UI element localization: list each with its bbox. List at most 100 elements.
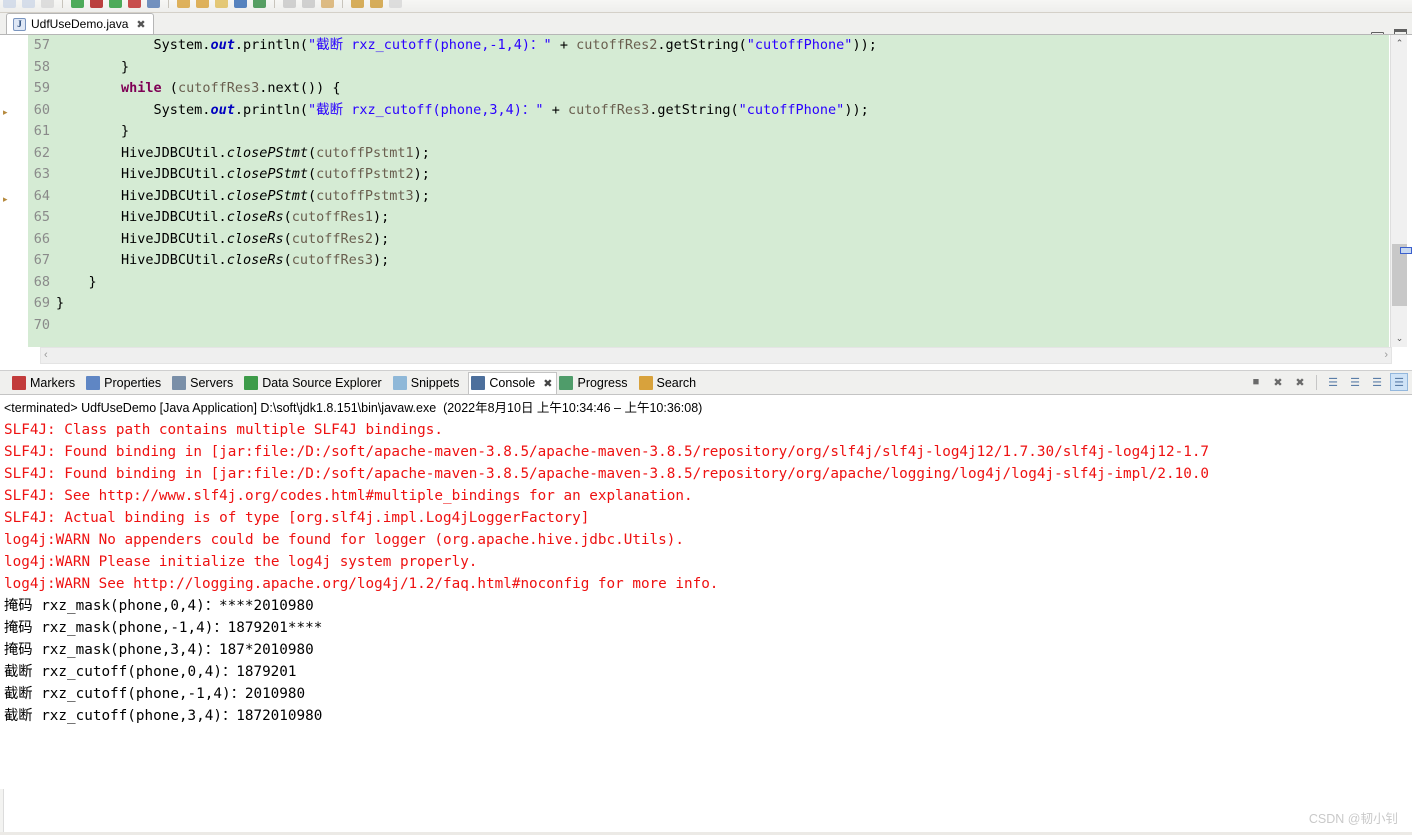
debug-icon[interactable] — [90, 0, 103, 8]
code-line[interactable]: HiveJDBCUtil.closeRs(cutoffRes3); — [56, 250, 1389, 272]
word-wrap-icon[interactable]: ☰ — [1368, 373, 1386, 391]
save-icon[interactable] — [3, 0, 16, 8]
clear-console-icon[interactable]: ☰ — [1324, 373, 1342, 391]
code-line[interactable] — [56, 315, 1389, 337]
code-line[interactable]: HiveJDBCUtil.closeRs(cutoffRes1); — [56, 207, 1389, 229]
pin-editor-icon[interactable] — [389, 0, 402, 8]
line-number: 65 — [33, 209, 50, 225]
console-output-line[interactable]: 掩码 rxz_mask(phone,-1,4)：1879201**** — [4, 617, 1412, 639]
code-line[interactable]: HiveJDBCUtil.closePStmt(cutoffPstmt3); — [56, 186, 1389, 208]
code-token: closeRs — [226, 209, 284, 225]
remove-all-terminated-icon[interactable]: ✖ — [1291, 373, 1309, 391]
code-line[interactable]: } — [56, 57, 1389, 79]
console-view[interactable]: <terminated> UdfUseDemo [Java Applicatio… — [0, 394, 1412, 835]
view-tab-console[interactable]: Console ✖ — [468, 371, 558, 394]
code-token: cutoffPstmt3 — [316, 187, 414, 204]
editor-tab-udfusedemo[interactable]: J UdfUseDemo.java ✖ — [6, 13, 154, 34]
source-code[interactable]: System.out.println("截断 rxz_cutoff(phone,… — [52, 35, 1389, 336]
console-error-line[interactable]: log4j:WARN Please initialize the log4j s… — [4, 551, 1412, 573]
console-toolbar[interactable]: ■ ✖ ✖ ☰ ☰ ☰ ☰ — [1247, 371, 1408, 393]
previous-annotation-icon[interactable] — [302, 0, 315, 8]
console-output-line[interactable]: 截断 rxz_cutoff(phone,3,4)：1872010980 — [4, 705, 1412, 727]
console-output[interactable]: SLF4J: Class path contains multiple SLF4… — [0, 418, 1412, 727]
back-icon[interactable] — [351, 0, 364, 8]
line-number: 63 — [33, 166, 50, 182]
console-error-line[interactable]: log4j:WARN See http://logging.apache.org… — [4, 573, 1412, 595]
code-line[interactable]: System.out.println("截断 rxz_cutoff(phone,… — [56, 100, 1389, 122]
run-last-icon[interactable] — [109, 0, 122, 8]
new-package-icon[interactable] — [196, 0, 209, 8]
scroll-lock-icon[interactable]: ☰ — [1346, 373, 1364, 391]
main-toolbar[interactable] — [0, 0, 1412, 13]
folding-marker-icon[interactable]: ▸ — [3, 108, 8, 118]
view-tab-properties[interactable]: Properties — [84, 372, 170, 394]
view-tab-data-source-explorer[interactable]: Data Source Explorer — [242, 372, 391, 394]
console-output-line[interactable]: 掩码 rxz_mask(phone,3,4)：187*2010980 — [4, 639, 1412, 661]
console-error-line[interactable]: SLF4J: Found binding in [jar:file:/D:/so… — [4, 441, 1412, 463]
coverage-icon[interactable] — [128, 0, 141, 8]
code-line[interactable]: HiveJDBCUtil.closePStmt(cutoffPstmt1); — [56, 143, 1389, 165]
line-number: 57 — [33, 37, 50, 53]
line-number: 59 — [33, 80, 50, 96]
code-token: ); — [413, 166, 430, 182]
close-icon[interactable]: ✖ — [136, 18, 145, 31]
print-icon[interactable] — [41, 0, 54, 8]
search-icon[interactable] — [234, 0, 247, 8]
view-tab-snippets[interactable]: Snippets — [391, 372, 469, 394]
console-error-line[interactable]: log4j:WARN No appenders could be found f… — [4, 529, 1412, 551]
view-tab-label: Console — [489, 376, 536, 390]
terminate-icon[interactable]: ■ — [1247, 373, 1265, 391]
console-output-line[interactable]: 掩码 rxz_mask(phone,0,4)：****2010980 — [4, 595, 1412, 617]
console-error-line[interactable]: SLF4J: Found binding in [jar:file:/D:/so… — [4, 463, 1412, 485]
next-annotation-icon[interactable] — [283, 0, 296, 8]
last-edit-location-icon[interactable] — [321, 0, 334, 8]
code-line[interactable]: HiveJDBCUtil.closeRs(cutoffRes2); — [56, 229, 1389, 251]
save-all-icon[interactable] — [22, 0, 35, 8]
console-output-line[interactable]: 截断 rxz_cutoff(phone,-1,4)：2010980 — [4, 683, 1412, 705]
code-token: cutoffRes2 — [576, 37, 658, 53]
folding-marker-icon[interactable]: ▸ — [3, 195, 8, 205]
code-token: .next()) { — [259, 80, 341, 96]
overview-ruler-marker[interactable] — [1400, 247, 1412, 254]
open-type-icon[interactable] — [253, 0, 266, 8]
code-line[interactable]: System.out.println("截断 rxz_cutoff(phone,… — [56, 35, 1389, 57]
remove-launch-icon[interactable]: ✖ — [1269, 373, 1287, 391]
external-tools-icon[interactable] — [147, 0, 160, 8]
code-line[interactable]: } — [56, 272, 1389, 294]
new-java-project-icon[interactable] — [177, 0, 190, 8]
run-icon[interactable] — [71, 0, 84, 8]
editor-tab-bar[interactable]: J UdfUseDemo.java ✖ — [0, 13, 1412, 44]
code-editor[interactable]: ▸ ▸ 57 58 59 60 61 62 63 64 65 66 67 68 69 70 System.… — [0, 34, 1412, 371]
view-tab-servers[interactable]: Servers — [170, 372, 242, 394]
view-tab-label: Markers — [30, 375, 76, 390]
scroll-down-icon[interactable]: ⌄ — [1391, 330, 1408, 347]
view-tab-progress[interactable]: Progress — [557, 372, 636, 394]
view-tab-search[interactable]: Search — [637, 372, 706, 394]
console-output-line[interactable]: 截断 rxz_cutoff(phone,0,4)：1879201 — [4, 661, 1412, 683]
display-selected-console-icon[interactable]: ☰ — [1390, 373, 1408, 391]
snippets-icon — [392, 375, 407, 390]
code-line[interactable]: } — [56, 293, 1389, 315]
console-error-line[interactable]: SLF4J: See http://www.slf4j.org/codes.ht… — [4, 485, 1412, 507]
forward-icon[interactable] — [370, 0, 383, 8]
editor-vertical-scrollbar[interactable]: ⌃ ⌄ — [1390, 35, 1407, 347]
view-tab-markers[interactable]: Markers — [10, 372, 84, 394]
new-class-icon[interactable] — [215, 0, 228, 8]
editor-horizontal-scrollbar[interactable]: ‹ › — [40, 347, 1392, 364]
code-line[interactable]: } — [56, 121, 1389, 143]
code-token: ( — [283, 209, 292, 225]
view-tab-bar[interactable]: Markers Properties Servers Data Source Expl… — [0, 370, 1412, 394]
close-icon[interactable]: ✖ — [543, 377, 552, 390]
scroll-left-icon[interactable]: ‹ — [44, 348, 48, 363]
console-error-line[interactable]: SLF4J: Actual binding is of type [org.sl… — [4, 507, 1412, 529]
code-text-area[interactable]: System.out.println("截断 rxz_cutoff(phone,… — [52, 35, 1389, 347]
editor-marker-ruler[interactable]: ▸ ▸ — [0, 35, 16, 347]
code-token: .println( — [234, 37, 308, 53]
scroll-up-icon[interactable]: ⌃ — [1391, 35, 1408, 52]
code-line[interactable]: while (cutoffRes3.next()) { — [56, 78, 1389, 100]
console-error-line[interactable]: SLF4J: Class path contains multiple SLF4… — [4, 419, 1412, 441]
code-line[interactable]: HiveJDBCUtil.closePStmt(cutoffPstmt2); — [56, 164, 1389, 186]
code-token: HiveJDBCUtil. — [56, 166, 227, 182]
scroll-right-icon[interactable]: › — [1384, 348, 1388, 363]
